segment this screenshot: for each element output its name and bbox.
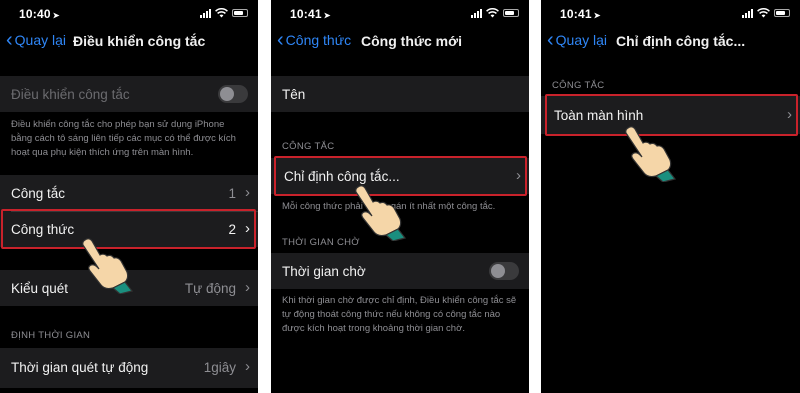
- toggle-knob: [220, 87, 234, 101]
- timeout-label: Thời gian chờ: [282, 264, 366, 279]
- back-button[interactable]: ‹ Quay lại: [6, 29, 67, 51]
- auto-scan-label: Thời gian quét tự động: [11, 360, 149, 375]
- switch-control-group: Điều khiển công tắc: [0, 76, 258, 112]
- switch-control-toggle[interactable]: [218, 85, 248, 103]
- screen-assign-switch: 10:41 ➤ ‹ Quay lại Chỉ định công tắc... CÔ…: [541, 0, 800, 393]
- status-bar: 10:40 ➤: [0, 0, 258, 24]
- back-chevron-icon: ‹: [277, 29, 284, 51]
- switches-label: Công tắc: [11, 186, 66, 201]
- status-bar: 10:41 ➤: [271, 0, 529, 24]
- back-label: Quay lại: [555, 32, 608, 48]
- battery-icon: [774, 9, 790, 17]
- page-title: Công thức mới: [361, 33, 462, 49]
- disclosure-chevron-icon: ›: [245, 279, 250, 296]
- disclosure-chevron-icon: ›: [245, 358, 250, 375]
- switch-control-description: Điều khiển công tắc cho phép bạn sử dụng…: [11, 119, 236, 158]
- switch-control-row: Điều khiển công tắc: [0, 76, 258, 112]
- signal-icon: [200, 8, 211, 18]
- location-arrow-icon: ➤: [323, 11, 331, 20]
- status-bar: 10:41 ➤: [541, 0, 800, 24]
- signal-icon: [471, 8, 482, 18]
- signal-icon: [742, 8, 753, 18]
- screen-switch-control: 10:40 ➤ ‹ Quay lại Điều khiển công tắc Điề…: [0, 0, 258, 393]
- disclosure-chevron-icon: ›: [245, 184, 250, 201]
- pointing-hand-icon: [355, 185, 407, 241]
- timeout-toggle[interactable]: [489, 262, 519, 280]
- name-row[interactable]: Tên: [271, 76, 529, 112]
- battery-icon: [503, 9, 519, 17]
- pointing-hand-icon: [625, 126, 677, 182]
- location-arrow-icon: ➤: [52, 11, 60, 20]
- navigation-bar: ‹ Công thức Công thức mới: [271, 28, 529, 54]
- back-label: Quay lại: [14, 32, 67, 48]
- status-time: 10:40 ➤: [19, 7, 60, 21]
- toggle-knob: [491, 264, 505, 278]
- page-title: Điều khiển công tắc: [73, 33, 206, 49]
- name-field: Tên: [282, 87, 306, 102]
- switch-header: CÔNG TẮC: [552, 80, 605, 91]
- status-time: 10:41 ➤: [290, 7, 331, 21]
- wifi-icon: [486, 8, 499, 18]
- back-button[interactable]: ‹ Quay lại: [547, 29, 608, 51]
- status-time: 10:41 ➤: [560, 7, 601, 21]
- back-chevron-icon: ‹: [6, 29, 13, 51]
- back-button[interactable]: ‹ Công thức: [277, 29, 352, 51]
- navigation-bar: ‹ Quay lại Điều khiển công tắc: [0, 28, 258, 54]
- scan-style-value: Tự động: [184, 281, 236, 296]
- navigation-bar: ‹ Quay lại Chỉ định công tắc...: [541, 28, 800, 54]
- switch-control-label: Điều khiển công tắc: [11, 87, 130, 102]
- auto-scan-row[interactable]: Thời gian quét tự động 1giây ›: [0, 349, 258, 385]
- page-title: Chỉ định công tắc...: [616, 33, 746, 49]
- name-group: Tên: [271, 76, 529, 112]
- timeout-row: Thời gian chờ: [271, 253, 529, 289]
- wifi-icon: [215, 8, 228, 18]
- screen-new-recipe: 10:41 ➤ ‹ Công thức Công thức mới Tên CÔNG…: [271, 0, 529, 393]
- timing-header: ĐỊNH THỜI GIAN: [11, 330, 91, 341]
- timeout-footer: Khi thời gian chờ được chỉ định, Điều kh…: [282, 295, 517, 334]
- back-chevron-icon: ‹: [547, 29, 554, 51]
- switches-row[interactable]: Công tắc 1 ›: [0, 175, 258, 211]
- scan-style-label: Kiểu quét: [11, 281, 69, 296]
- location-arrow-icon: ➤: [593, 11, 601, 20]
- battery-icon: [232, 9, 248, 17]
- switches-value: 1: [228, 186, 236, 201]
- switch-header: CÔNG TẮC: [282, 141, 335, 152]
- wifi-icon: [757, 8, 770, 18]
- pointing-hand-icon: [82, 238, 134, 294]
- timeout-group: Thời gian chờ: [271, 253, 529, 289]
- auto-scan-value: 1giây: [203, 360, 236, 375]
- back-label: Công thức: [285, 32, 352, 48]
- timing-group: Thời gian quét tự động 1giây ›: [0, 348, 258, 388]
